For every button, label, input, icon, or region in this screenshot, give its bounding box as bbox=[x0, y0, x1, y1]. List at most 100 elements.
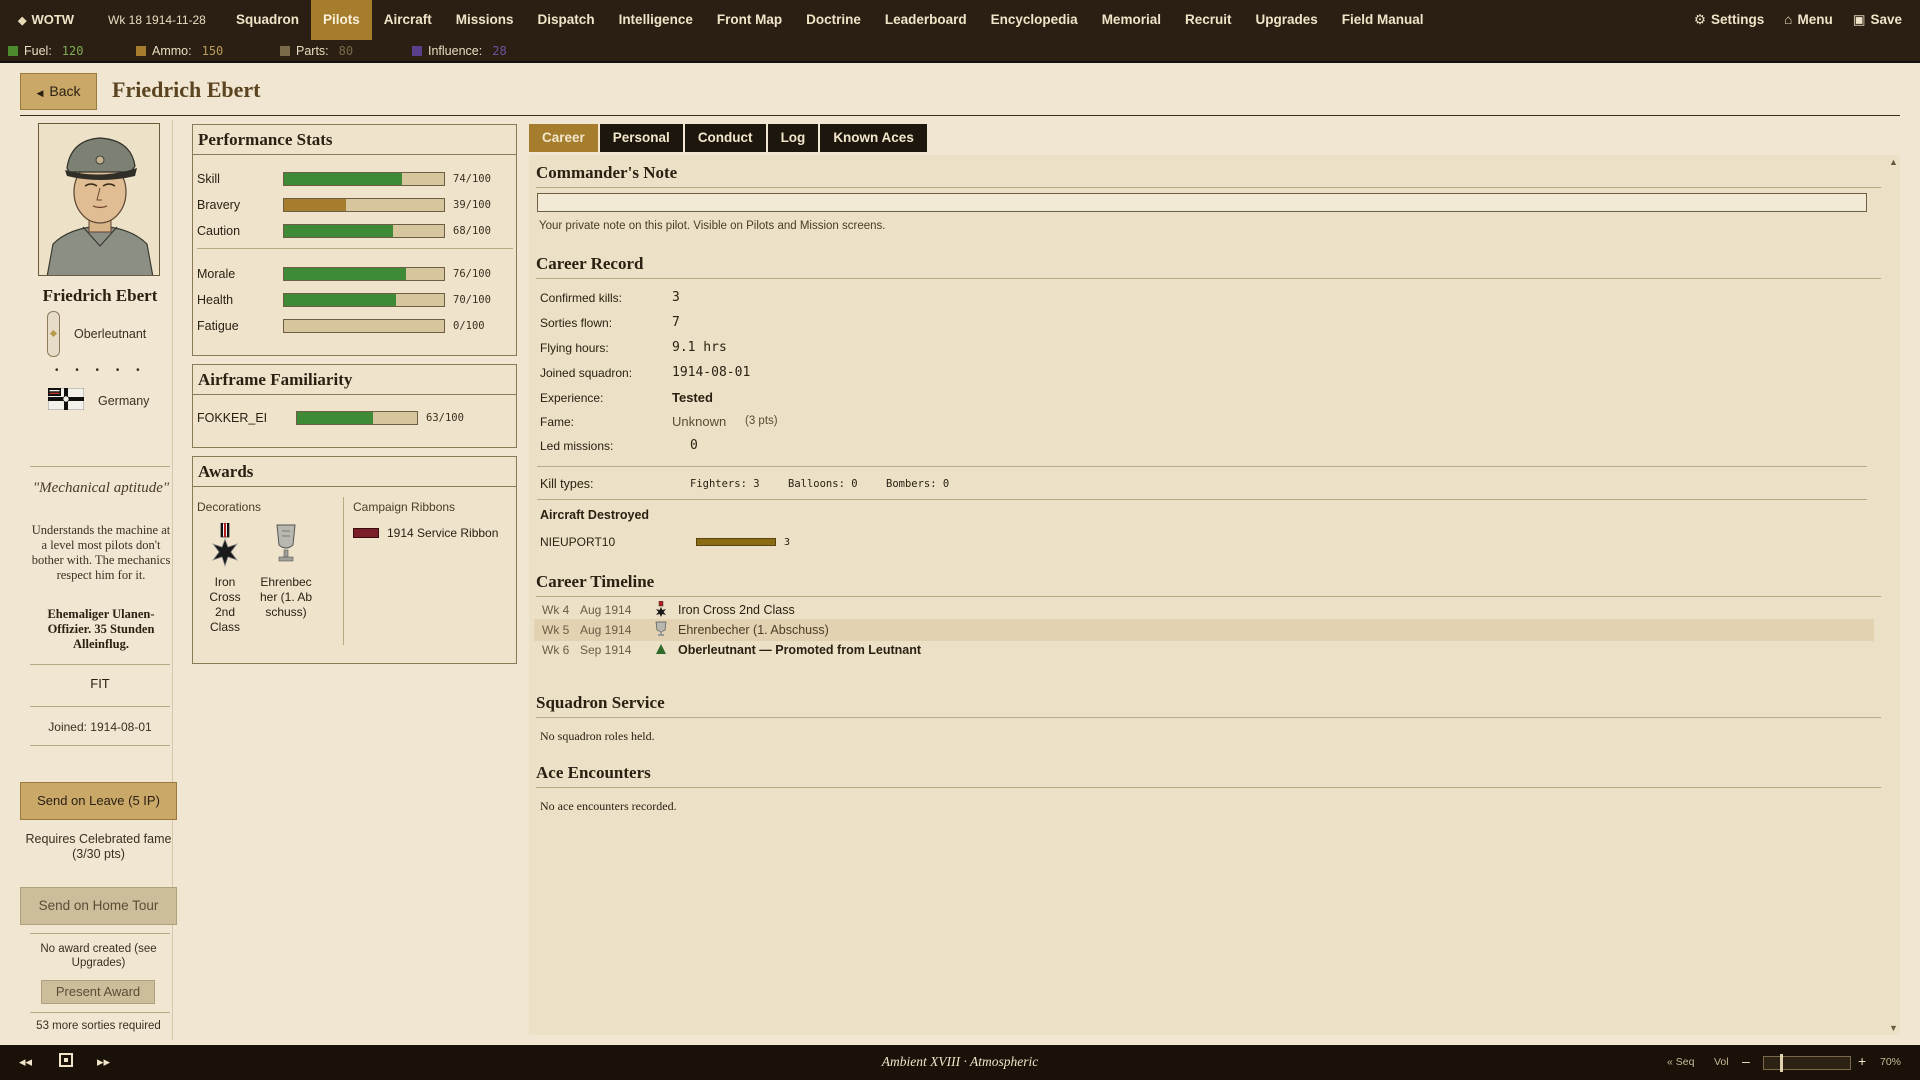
volume-slider[interactable] bbox=[1763, 1054, 1851, 1072]
volume-up-button[interactable]: + bbox=[1858, 1053, 1866, 1069]
nav-item-label: Doctrine bbox=[806, 12, 861, 27]
pilot-portrait bbox=[38, 123, 160, 276]
stat-value: 0/100 bbox=[453, 320, 485, 332]
resource-label: Parts: bbox=[296, 44, 329, 58]
rank-row: Oberleutnant bbox=[47, 311, 146, 357]
requirement-label: Requires Celebrated fame bbox=[25, 832, 172, 846]
nav-item-field-manual[interactable]: Field Manual bbox=[1330, 0, 1436, 40]
tab-known-aces[interactable]: Known Aces bbox=[820, 124, 927, 152]
scroll-down-icon[interactable]: ▼ bbox=[1889, 1023, 1898, 1033]
brand[interactable]: ◆ WOTW bbox=[18, 12, 74, 27]
timeline-week: Wk 5 bbox=[542, 623, 570, 637]
nav-item-recruit[interactable]: Recruit bbox=[1173, 0, 1244, 40]
pilot-tabs: Career Personal Conduct Log Known Aces bbox=[529, 124, 929, 152]
cup-icon bbox=[650, 621, 672, 640]
nav-item-intelligence[interactable]: Intelligence bbox=[607, 0, 705, 40]
stat-bar bbox=[283, 319, 445, 333]
timeline-week: Wk 4 bbox=[542, 603, 570, 617]
section-title: Commander's Note bbox=[536, 163, 1881, 188]
shoulder-board-icon bbox=[47, 311, 60, 357]
stat-value: 68/100 bbox=[453, 225, 491, 237]
divider bbox=[30, 933, 170, 934]
destroyed-count: 3 bbox=[784, 537, 791, 548]
nav-item-aircraft[interactable]: Aircraft bbox=[372, 0, 444, 40]
resource-parts: Parts: 80 bbox=[280, 44, 353, 58]
resource-value: 80 bbox=[338, 44, 354, 58]
nav-item-front-map[interactable]: Front Map bbox=[705, 0, 794, 40]
timeline-date: Aug 1914 bbox=[580, 623, 632, 637]
career-content: ▲ ▼ Commander's Note Your private note o… bbox=[529, 155, 1900, 1035]
nav-item-label: Upgrades bbox=[1255, 12, 1318, 27]
ace-encounters-text: No ace encounters recorded. bbox=[540, 799, 677, 813]
save-button[interactable]: ▣ Save bbox=[1843, 0, 1912, 40]
volume-knob[interactable] bbox=[1780, 1054, 1783, 1072]
service-ribbon[interactable]: 1914 Service Ribbon bbox=[353, 526, 498, 540]
divider bbox=[197, 248, 513, 249]
settings-label: Settings bbox=[1711, 12, 1765, 27]
divider bbox=[30, 745, 170, 746]
iron-cross-icon bbox=[211, 522, 239, 568]
back-label: Back bbox=[49, 83, 81, 99]
nav-item-leaderboard[interactable]: Leaderboard bbox=[873, 0, 979, 40]
record-value: 3 bbox=[672, 290, 680, 305]
airframe-title: Airframe Familiarity bbox=[193, 365, 516, 395]
nav-item-label: Field Manual bbox=[1341, 12, 1424, 27]
tab-personal[interactable]: Personal bbox=[599, 124, 683, 152]
stat-row-bravery: Bravery 39/100 bbox=[197, 195, 507, 215]
tab-career[interactable]: Career bbox=[529, 124, 598, 152]
nav-item-memorial[interactable]: Memorial bbox=[1090, 0, 1173, 40]
iron-cross-medal[interactable]: Iron Cross 2nd Class bbox=[193, 522, 257, 635]
timeline-text: Ehrenbecher (1. Abschuss) bbox=[678, 623, 829, 637]
resource-label: Influence: bbox=[428, 44, 483, 58]
stat-bar bbox=[283, 198, 445, 212]
present-award-button[interactable]: Present Award bbox=[41, 980, 155, 1004]
stat-label: Bravery bbox=[197, 198, 241, 212]
nav-item-missions[interactable]: Missions bbox=[444, 0, 526, 40]
volume-down-button[interactable]: – bbox=[1742, 1053, 1750, 1069]
send-on-leave-button[interactable]: Send on Leave (5 IP) bbox=[20, 782, 177, 820]
airframe-label: FOKKER_EI bbox=[197, 411, 268, 425]
scroll-up-icon[interactable]: ▲ bbox=[1889, 157, 1898, 167]
sorties-required: 53 more sorties required bbox=[36, 1020, 161, 1032]
nav-item-dispatch[interactable]: Dispatch bbox=[526, 0, 607, 40]
tab-conduct[interactable]: Conduct bbox=[684, 124, 766, 152]
sequence-toggle[interactable]: « Seq bbox=[1667, 1056, 1694, 1068]
settings-button[interactable]: ⚙ Settings bbox=[1684, 0, 1774, 40]
nav-item-encyclopedia[interactable]: Encyclopedia bbox=[979, 0, 1090, 40]
timeline-text: Oberleutnant — Promoted from Leutnant bbox=[678, 643, 922, 657]
airframe-value: 63/100 bbox=[426, 412, 464, 424]
joined-date: Joined: 1914-08-01 bbox=[48, 720, 152, 734]
country-label: Germany bbox=[98, 393, 150, 408]
pilot-name: Friedrich Ebert bbox=[42, 286, 158, 305]
resource-bar: Fuel: 120 Ammo: 150 Parts: 80 Influence: 28 bbox=[0, 40, 1920, 63]
nav-item-pilots[interactable]: Pilots bbox=[311, 0, 372, 40]
back-arrow-icon: ◀ bbox=[36, 88, 44, 98]
timeline-date: Aug 1914 bbox=[580, 603, 632, 617]
gear-icon: ⚙ bbox=[1693, 12, 1707, 27]
menu-button[interactable]: ⌂ Menu bbox=[1774, 0, 1842, 40]
requirement-text: Requires Celebrated fame (3/30 pts) bbox=[20, 832, 177, 862]
stat-label: Skill bbox=[197, 172, 220, 186]
commanders-note-input[interactable] bbox=[537, 193, 1867, 212]
ehrenbecher-medal[interactable]: Ehrenbecher (1. Abschuss) bbox=[253, 523, 319, 620]
ribbon-icon bbox=[353, 528, 379, 538]
stat-row-caution: Caution 68/100 bbox=[197, 221, 507, 241]
back-button[interactable]: ◀ Back bbox=[20, 73, 97, 110]
home-tour-button[interactable]: Send on Home Tour bbox=[20, 887, 177, 925]
nav-item-doctrine[interactable]: Doctrine bbox=[794, 0, 873, 40]
nav-item-squadron[interactable]: Squadron bbox=[224, 0, 311, 40]
stat-bar-fill bbox=[284, 268, 406, 280]
performance-panel: Performance Stats Skill 74/100 Bravery 39/1… bbox=[192, 124, 517, 356]
resource-swatch bbox=[8, 46, 18, 56]
brand-label: WOTW bbox=[31, 12, 75, 27]
scrollbar[interactable]: ▲ ▼ bbox=[1886, 155, 1900, 1035]
aircraft-destroyed-title: Aircraft Destroyed bbox=[540, 508, 650, 522]
stat-bar-fill bbox=[284, 225, 393, 237]
cup-icon bbox=[276, 524, 296, 562]
nav-item-upgrades[interactable]: Upgrades bbox=[1243, 0, 1329, 40]
tab-log[interactable]: Log bbox=[767, 124, 819, 152]
week-date: Wk 18 1914-11-28 bbox=[108, 13, 206, 27]
record-label: Sorties flown: bbox=[540, 316, 613, 330]
floppy-icon: ▣ bbox=[1852, 12, 1866, 27]
no-award-text: No award created (see Upgrades) bbox=[40, 943, 157, 969]
